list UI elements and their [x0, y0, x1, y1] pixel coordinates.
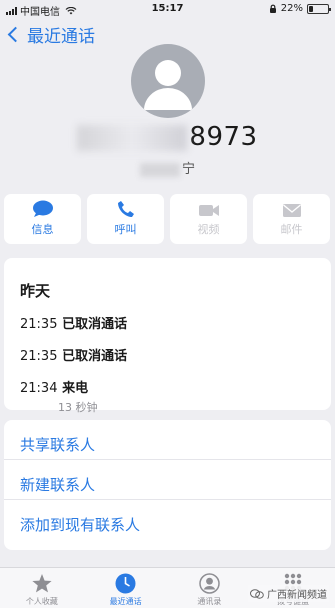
phone-icon	[117, 201, 134, 217]
contact-detail-screen: 中国电信 15:17 22% 最近通话 8973 宁 信息 呼叫 视频 邮件 昨…	[0, 0, 335, 608]
avatar	[131, 44, 205, 118]
contact-number: 8973	[0, 122, 335, 152]
star-icon	[32, 573, 52, 592]
message-icon	[32, 200, 53, 217]
tab-contacts-label: 通讯录	[197, 597, 222, 606]
clock-icon	[115, 573, 136, 593]
call-row: 21:34 来电 13 秒钟	[20, 377, 331, 415]
orientation-lock-icon	[269, 4, 276, 13]
call-row: 21:35 已取消通话	[20, 313, 331, 332]
recent-calls-day: 昨天	[20, 282, 51, 300]
status-bar: 中国电信 15:17 22%	[0, 0, 335, 18]
contact-number-visible: 8973	[189, 122, 258, 152]
contacts-icon	[199, 572, 220, 594]
tab-favorites[interactable]: 个人收藏	[0, 568, 84, 608]
watermark: 广西新闻频道	[248, 585, 329, 602]
call-label: 呼叫	[114, 223, 137, 236]
mail-icon	[282, 204, 301, 217]
video-button[interactable]: 视频	[170, 194, 247, 244]
chevron-left-icon	[7, 26, 24, 43]
call-time: 21:35	[20, 317, 58, 332]
create-contact-link[interactable]: 新建联系人	[4, 460, 331, 500]
tab-recents[interactable]: 最近通话	[84, 568, 168, 608]
message-label: 信息	[31, 223, 54, 236]
contact-options-card: 共享联系人 新建联系人 添加到现有联系人	[4, 420, 331, 550]
call-button[interactable]: 呼叫	[87, 194, 164, 244]
back-button[interactable]: 最近通话	[6, 22, 95, 47]
battery-icon	[307, 3, 331, 14]
wechat-icon	[250, 588, 264, 599]
mail-label: 邮件	[280, 223, 303, 236]
tab-recents-label: 最近通话	[109, 597, 142, 606]
video-label: 视频	[197, 223, 220, 236]
contact-location: 宁	[0, 158, 335, 177]
add-to-existing-contact-link[interactable]: 添加到现有联系人	[4, 500, 331, 540]
action-buttons: 信息 呼叫 视频 邮件	[4, 194, 331, 244]
call-status: 来电	[62, 381, 89, 396]
message-button[interactable]: 信息	[4, 194, 81, 244]
contact-location-visible: 宁	[181, 162, 195, 177]
mail-button[interactable]: 邮件	[253, 194, 330, 244]
call-duration: 13 秒钟	[58, 401, 98, 414]
tab-contacts[interactable]: 通讯录	[168, 568, 252, 608]
call-row: 21:35 已取消通话	[20, 345, 331, 364]
video-icon	[198, 205, 219, 216]
person-icon	[144, 60, 192, 110]
redacted-location-blur	[139, 162, 180, 177]
call-time: 21:35	[20, 349, 58, 364]
redacted-number-blur	[77, 124, 188, 151]
tab-favorites-label: 个人收藏	[25, 597, 58, 606]
watermark-text: 广西新闻频道	[267, 590, 327, 601]
call-status: 已取消通话	[62, 317, 128, 332]
call-status: 已取消通话	[62, 349, 128, 364]
battery-percent: 22%	[280, 3, 303, 14]
battery-fill	[309, 5, 313, 12]
status-right: 22%	[269, 3, 331, 14]
recent-calls-card: 昨天 21:35 已取消通话 21:35 已取消通话 21:34 来电 13 秒…	[4, 258, 331, 414]
back-label: 最近通话	[27, 27, 95, 47]
share-contact-link[interactable]: 共享联系人	[4, 420, 331, 460]
call-time: 21:34	[20, 381, 58, 396]
